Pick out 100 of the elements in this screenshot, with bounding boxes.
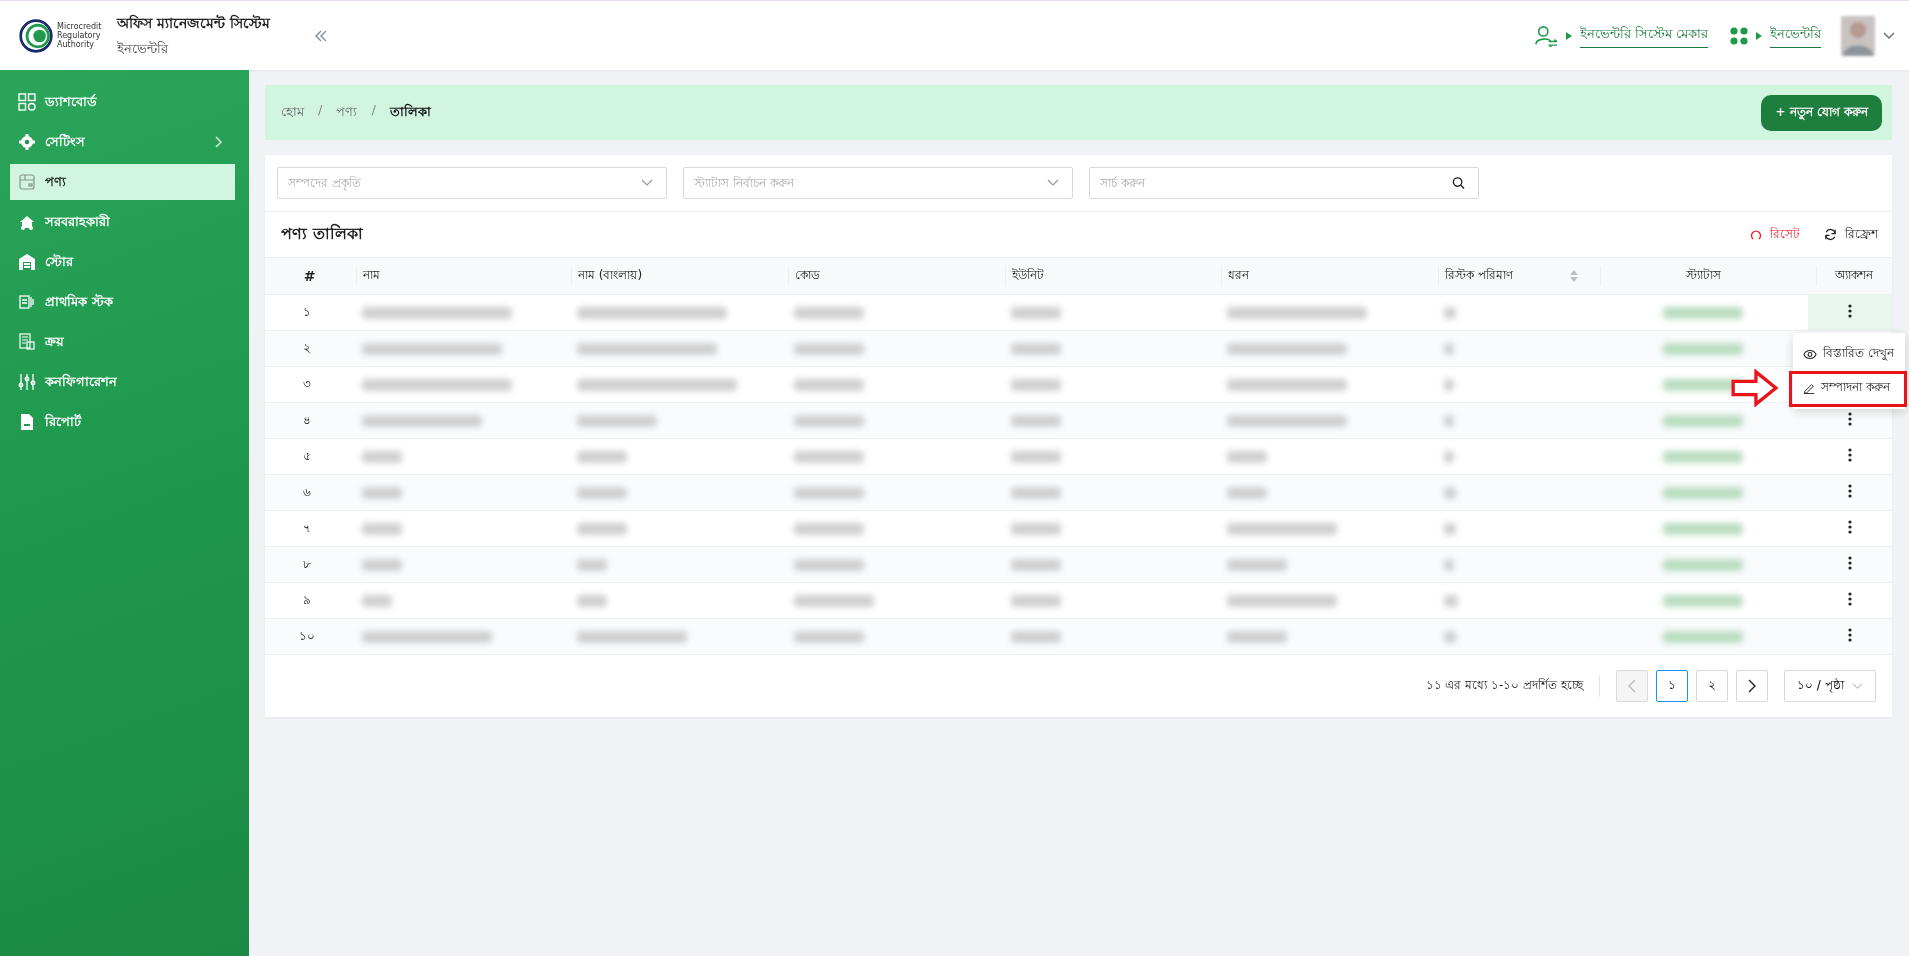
redacted-text xyxy=(794,630,864,643)
sidebar-item[interactable]: কনফিগারেশন xyxy=(10,364,235,400)
redacted-text xyxy=(577,450,627,463)
more-vertical-icon xyxy=(1848,592,1852,606)
redacted-text xyxy=(794,522,864,535)
redacted-text xyxy=(794,342,864,355)
redacted-text xyxy=(1444,486,1456,499)
add-new-button[interactable]: + নতুন যোগ করুন xyxy=(1761,94,1882,131)
redacted-text xyxy=(794,486,864,499)
page-size-select[interactable]: ১০ / পৃষ্ঠা xyxy=(1784,670,1876,702)
redacted-text xyxy=(1444,450,1454,463)
table-cell: ৬ xyxy=(265,474,348,511)
sidebar-item[interactable]: ক্রয় xyxy=(10,324,235,360)
redacted-text xyxy=(794,450,864,463)
grid-icon[interactable] xyxy=(1730,26,1748,45)
select-field[interactable]: সম্পদের প্রকৃতি xyxy=(277,167,667,199)
redacted-text xyxy=(1227,450,1267,463)
more-vertical-icon xyxy=(1848,556,1852,570)
redacted-text xyxy=(1011,486,1061,499)
role-link[interactable]: ইনভেন্টরি সিস্টেম মেকার xyxy=(1579,23,1708,48)
triangle-icon xyxy=(1565,31,1572,40)
refresh-icon xyxy=(1824,228,1837,241)
sidebar-item[interactable]: সরবরাহকারী xyxy=(10,204,235,240)
sidebar-item[interactable]: ড্যাশবোর্ড xyxy=(10,84,235,120)
redacted-text xyxy=(794,306,864,319)
dashboard-icon xyxy=(18,93,36,111)
column-header: নাম xyxy=(348,258,563,295)
menu-item[interactable]: সম্পাদনা করুন xyxy=(1793,371,1905,405)
reset-icon xyxy=(1750,228,1762,241)
redacted-text xyxy=(1011,630,1061,643)
table-cell: ২ xyxy=(265,330,348,367)
sidebar-item[interactable]: রিপোর্ট xyxy=(10,404,235,440)
redacted-text xyxy=(362,450,402,463)
redacted-text xyxy=(1011,594,1061,607)
table-cell: ৮ xyxy=(265,546,348,583)
logo-caption: Regulatory xyxy=(57,31,102,40)
more-vertical-icon xyxy=(1848,448,1852,462)
redacted-text xyxy=(577,486,627,499)
more-vertical-icon xyxy=(1848,304,1852,318)
page-button[interactable]: ১ xyxy=(1656,670,1688,702)
gear-icon xyxy=(18,133,36,151)
sidebar-item[interactable]: সেটিংস xyxy=(10,124,235,160)
column-header: স্ট্যাটাস xyxy=(1592,258,1808,295)
sidebar-item[interactable]: স্টোর xyxy=(10,244,235,280)
redacted-text xyxy=(577,522,627,535)
select-field[interactable]: স্ট্যাটাস নির্বাচন করুন xyxy=(683,167,1073,199)
breadcrumb-link[interactable]: পণ্য xyxy=(336,102,358,123)
sliders-icon xyxy=(18,373,36,391)
redacted-text xyxy=(1227,558,1287,571)
menu-item[interactable]: বিস্তারিত দেখুন xyxy=(1793,337,1905,371)
redacted-text xyxy=(1444,342,1454,355)
breadcrumb-separator: / xyxy=(371,102,376,119)
avatar[interactable] xyxy=(1841,15,1875,56)
user-switch-icon[interactable] xyxy=(1533,24,1558,47)
redacted-text xyxy=(362,522,402,535)
redacted-text xyxy=(794,378,864,391)
app-title: অফিস ম্যানেজমেন্ট সিস্টেম xyxy=(117,13,271,33)
collapse-icon[interactable] xyxy=(314,29,329,42)
app-subtitle: ইনভেন্টরি xyxy=(117,39,170,58)
chevron-down-icon xyxy=(1047,179,1059,187)
refresh-button[interactable]: রিফ্রেশ xyxy=(1824,224,1878,245)
search-field[interactable]: সার্চ করুন xyxy=(1089,167,1479,199)
redacted-text xyxy=(577,594,607,607)
redacted-text xyxy=(1011,522,1061,535)
store-icon xyxy=(18,253,36,271)
redacted-text xyxy=(1011,414,1061,427)
redacted-text xyxy=(1227,486,1267,499)
redacted-text xyxy=(1011,306,1061,319)
breadcrumb-separator: / xyxy=(318,102,323,119)
redacted-text xyxy=(1444,558,1454,571)
chevron-down-icon xyxy=(1852,682,1863,690)
sidebar-item[interactable]: প্রাথমিক স্টক xyxy=(10,284,235,320)
chevron-left-icon xyxy=(1628,679,1636,693)
eye-icon xyxy=(1803,348,1817,360)
reset-button[interactable]: রিসেট xyxy=(1750,224,1800,245)
sidebar-item[interactable]: পণ্য xyxy=(10,164,235,200)
redacted-text xyxy=(1444,522,1456,535)
table-cell: ৩ xyxy=(265,366,348,403)
redacted-text xyxy=(1444,594,1458,607)
redacted-text xyxy=(794,558,864,571)
column-header: নাম (বাংলায়) xyxy=(563,258,780,295)
page-button[interactable]: ২ xyxy=(1696,670,1728,702)
redacted-text xyxy=(1444,378,1454,391)
table-cell: ১ xyxy=(265,294,348,331)
more-vertical-icon xyxy=(1848,520,1852,534)
redacted-text xyxy=(577,558,607,571)
pencil-icon xyxy=(1803,382,1815,394)
column-header[interactable]: রিস্টক পরিমাণ xyxy=(1430,258,1592,295)
redacted-text xyxy=(362,594,392,607)
next-page-button[interactable] xyxy=(1736,670,1768,702)
module-link[interactable]: ইনভেন্টরি xyxy=(1770,23,1821,48)
redacted-text xyxy=(1444,630,1456,643)
redacted-text xyxy=(1227,630,1287,643)
redacted-text xyxy=(1444,306,1456,319)
breadcrumb-current: তালিকা xyxy=(389,102,431,121)
redacted-text xyxy=(1444,414,1454,427)
column-header: ধরন xyxy=(1213,258,1430,295)
column-header: # xyxy=(265,258,348,295)
breadcrumb-link[interactable]: হোম xyxy=(281,102,304,123)
chevron-down-icon[interactable] xyxy=(1883,31,1895,40)
